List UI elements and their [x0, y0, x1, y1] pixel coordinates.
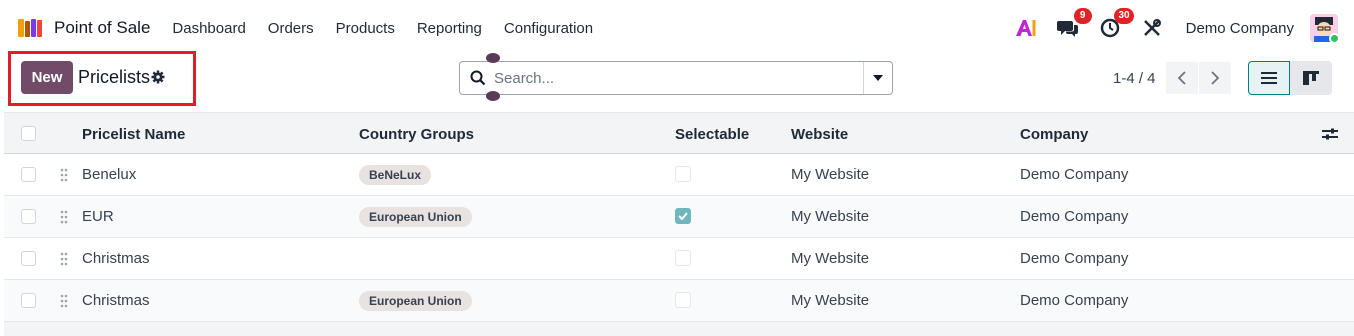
cell-company: Demo Company	[1020, 166, 1129, 183]
country-group-tag: BeNeLux	[359, 165, 432, 185]
cell-company: Demo Company	[1020, 250, 1129, 267]
online-status-dot	[1329, 33, 1338, 42]
column-company[interactable]: Company	[1020, 126, 1088, 143]
table-row[interactable]: Benelux BeNeLux My Website Demo Company	[4, 154, 1354, 196]
row-checkbox[interactable]	[21, 167, 36, 182]
ai-icon[interactable]	[1014, 16, 1038, 40]
cell-website: My Website	[791, 166, 870, 183]
app-name[interactable]: Point of Sale	[54, 18, 150, 38]
chevron-right-icon	[1211, 71, 1219, 85]
search-options-toggle[interactable]	[864, 62, 892, 94]
company-switcher[interactable]: Demo Company	[1186, 20, 1294, 37]
table-row[interactable]: Christmas European Union My Website Demo…	[4, 280, 1354, 322]
search-icon	[470, 70, 486, 86]
cell-pricelist-name: Christmas	[82, 250, 150, 267]
drag-handle-icon[interactable]	[60, 168, 68, 182]
column-country-groups[interactable]: Country Groups	[359, 126, 474, 143]
search-input[interactable]	[494, 66, 854, 90]
chat-icon[interactable]: 9	[1056, 8, 1092, 40]
pager-next-button[interactable]	[1199, 62, 1231, 94]
cell-website: My Website	[791, 292, 870, 309]
page-title: Pricelists	[78, 67, 151, 87]
new-button[interactable]: New	[21, 61, 73, 94]
table-footer	[4, 322, 1354, 336]
list-icon	[1261, 72, 1277, 84]
avatar[interactable]	[1310, 14, 1338, 42]
table-row[interactable]: Christmas My Website Demo Company	[4, 238, 1354, 280]
cell-website: My Website	[791, 250, 870, 267]
app-books-icon[interactable]	[16, 17, 44, 39]
menu-dashboard[interactable]: Dashboard	[172, 20, 245, 37]
nav-left: Point of Sale Dashboard Orders Products …	[16, 14, 615, 42]
row-checkbox[interactable]	[21, 209, 36, 224]
pager-value[interactable]: 1-4 / 4	[1113, 70, 1156, 87]
pager-previous-button[interactable]	[1166, 62, 1198, 94]
selectable-checkbox-checked[interactable]	[675, 208, 691, 224]
table-header: Pricelist Name Country Groups Selectable…	[4, 112, 1354, 154]
cell-website: My Website	[791, 208, 870, 225]
selectable-checkbox[interactable]	[675, 250, 691, 266]
resize-handle-top[interactable]	[486, 53, 500, 63]
activities-badge: 30	[1114, 8, 1134, 24]
column-selectable[interactable]: Selectable	[675, 126, 749, 143]
cell-pricelist-name: Benelux	[82, 166, 137, 183]
resize-handle-bottom[interactable]	[486, 91, 500, 101]
column-website[interactable]: Website	[791, 126, 848, 143]
gear-icon[interactable]	[151, 70, 165, 84]
kanban-view-button[interactable]	[1290, 61, 1332, 95]
country-group-tag: European Union	[359, 291, 472, 311]
nav-right: 9 30 Demo Company	[1014, 8, 1338, 44]
row-checkbox[interactable]	[21, 293, 36, 308]
clock-icon[interactable]: 30	[1098, 8, 1134, 40]
menu-products[interactable]: Products	[336, 20, 395, 37]
search-bar	[459, 61, 893, 95]
messages-badge: 9	[1073, 8, 1092, 24]
list-view-button[interactable]	[1248, 61, 1290, 95]
cell-pricelist-name: Christmas	[82, 292, 150, 309]
cell-company: Demo Company	[1020, 292, 1129, 309]
column-pricelist-name[interactable]: Pricelist Name	[82, 126, 185, 143]
selectable-checkbox[interactable]	[675, 292, 691, 308]
country-group-tag: European Union	[359, 207, 472, 227]
menu-reporting[interactable]: Reporting	[417, 20, 482, 37]
cell-pricelist-name: EUR	[82, 208, 114, 225]
table-row[interactable]: EUR European Union My Website Demo Compa…	[4, 196, 1354, 238]
optional-columns-icon[interactable]	[1322, 126, 1338, 142]
main-menu: Dashboard Orders Products Reporting Conf…	[172, 20, 615, 37]
drag-handle-icon[interactable]	[60, 294, 68, 308]
selectable-checkbox[interactable]	[675, 166, 691, 182]
cell-company: Demo Company	[1020, 208, 1129, 225]
row-checkbox[interactable]	[21, 251, 36, 266]
top-navbar: Point of Sale Dashboard Orders Products …	[0, 0, 1354, 56]
chevron-left-icon	[1178, 71, 1186, 85]
kanban-icon	[1303, 71, 1319, 85]
drag-handle-icon[interactable]	[60, 210, 68, 224]
checkmark-icon	[678, 212, 688, 220]
menu-configuration[interactable]: Configuration	[504, 20, 593, 37]
menu-orders[interactable]: Orders	[268, 20, 314, 37]
drag-handle-icon[interactable]	[60, 252, 68, 266]
select-all-checkbox[interactable]	[21, 126, 36, 141]
tools-icon[interactable]	[1140, 16, 1164, 40]
